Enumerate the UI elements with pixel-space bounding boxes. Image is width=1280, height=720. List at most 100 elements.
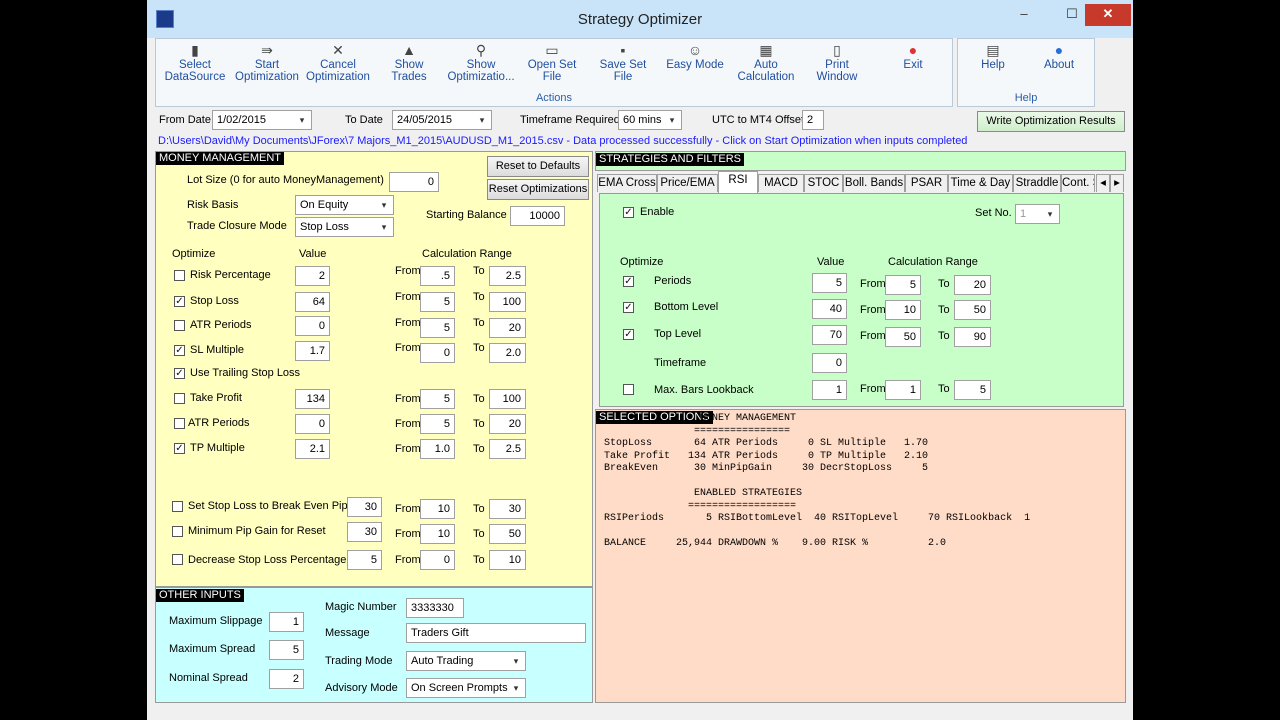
tab-price-ema[interactable]: Price/EMA (657, 174, 718, 192)
trading-mode-select[interactable]: Auto Trading ▾ (406, 651, 526, 671)
decrease-sl-value[interactable]: 5 (347, 550, 382, 570)
sl-multiple-value[interactable]: 1.7 (295, 341, 330, 361)
utc-offset-input[interactable]: 2 (802, 110, 824, 130)
stop-loss-value[interactable]: 64 (295, 292, 330, 312)
decrease-sl-from[interactable]: 0 (420, 550, 455, 570)
tp-atr-periods-from[interactable]: 5 (420, 414, 455, 434)
from-date-picker[interactable]: 1/02/2015 ▾ (212, 110, 312, 130)
close-button[interactable]: ✕ (1085, 4, 1131, 26)
sl-atr-periods-to[interactable]: 20 (489, 318, 526, 338)
rsi-lookback-value[interactable]: 1 (812, 380, 847, 400)
lot-size-input[interactable]: 0 (389, 172, 439, 192)
stop-loss-checkbox[interactable]: ✓ (174, 296, 185, 307)
tp-atr-periods-value[interactable]: 0 (295, 414, 330, 434)
rsi-top-from[interactable]: 50 (885, 327, 921, 347)
rsi-periods-value[interactable]: 5 (812, 273, 847, 293)
about-button[interactable]: ● About (1024, 41, 1094, 71)
break-even-checkbox[interactable] (172, 501, 183, 512)
sl-multiple-to[interactable]: 2.0 (489, 343, 526, 363)
rsi-top-value[interactable]: 70 (812, 325, 847, 345)
rsi-periods-to[interactable]: 20 (954, 275, 991, 295)
select-datasource-button[interactable]: ▮ Select DataSource (160, 41, 230, 83)
auto-calculation-button[interactable]: ▦ Auto Calculation (731, 41, 801, 83)
maximize-button[interactable]: ☐ (1059, 4, 1085, 26)
tp-multiple-checkbox[interactable]: ✓ (174, 443, 185, 454)
tp-multiple-from[interactable]: 1.0 (420, 439, 455, 459)
message-input[interactable]: Traders Gift (406, 623, 586, 643)
min-pip-gain-value[interactable]: 30 (347, 522, 382, 542)
exit-button[interactable]: ● Exit (878, 41, 948, 71)
decrease-sl-to[interactable]: 10 (489, 550, 526, 570)
tab-scroll-right-icon[interactable]: ▸ (1110, 174, 1124, 192)
easy-mode-button[interactable]: ☺ Easy Mode (660, 41, 730, 71)
sl-atr-periods-checkbox[interactable] (174, 320, 185, 331)
nominal-spread-input[interactable]: 2 (269, 669, 304, 689)
open-set-file-button[interactable]: ▭ Open Set File (517, 41, 587, 83)
rsi-top-to[interactable]: 90 (954, 327, 991, 347)
show-optimization-button[interactable]: ⚲ Show Optimizatio... (446, 41, 516, 83)
tab-psar[interactable]: PSAR (905, 174, 948, 192)
take-profit-checkbox[interactable] (174, 393, 185, 404)
rsi-bottom-value[interactable]: 40 (812, 299, 847, 319)
break-even-to[interactable]: 30 (489, 499, 526, 519)
tp-atr-periods-checkbox[interactable] (174, 418, 185, 429)
tab-macd[interactable]: MACD (758, 174, 804, 192)
advisory-mode-select[interactable]: On Screen Prompts ▾ (406, 678, 526, 698)
print-window-button[interactable]: ▯ Print Window (802, 41, 872, 83)
tab-cont[interactable]: Cont. S (1061, 174, 1095, 192)
tab-straddle[interactable]: Straddle (1013, 174, 1061, 192)
min-pip-gain-from[interactable]: 10 (420, 524, 455, 544)
tp-atr-periods-to[interactable]: 20 (489, 414, 526, 434)
to-date-picker[interactable]: 24/05/2015 ▾ (392, 110, 492, 130)
rsi-enable-checkbox[interactable]: ✓ (623, 207, 634, 218)
break-even-from[interactable]: 10 (420, 499, 455, 519)
trade-closure-select[interactable]: Stop Loss ▾ (295, 217, 394, 237)
take-profit-to[interactable]: 100 (489, 389, 526, 409)
reset-defaults-button[interactable]: Reset to Defaults (487, 156, 589, 177)
break-even-value[interactable]: 30 (347, 497, 382, 517)
risk-percentage-from[interactable]: .5 (420, 266, 455, 286)
tab-rsi[interactable]: RSI (718, 171, 758, 193)
minimize-button[interactable]: – (1011, 4, 1037, 26)
tab-boll-bands[interactable]: Boll. Bands (843, 174, 905, 192)
tab-scroll-left-icon[interactable]: ◂ (1096, 174, 1110, 192)
sl-atr-periods-value[interactable]: 0 (295, 316, 330, 336)
stop-loss-to[interactable]: 100 (489, 292, 526, 312)
reset-optimizations-button[interactable]: Reset Optimizations (487, 179, 589, 200)
risk-percentage-to[interactable]: 2.5 (489, 266, 526, 286)
set-no-select[interactable]: 1 ▾ (1015, 204, 1060, 224)
rsi-lookback-to[interactable]: 5 (954, 380, 991, 400)
rsi-bottom-checkbox[interactable]: ✓ (623, 302, 634, 313)
risk-percentage-value[interactable]: 2 (295, 266, 330, 286)
sl-multiple-from[interactable]: 0 (420, 343, 455, 363)
starting-balance-input[interactable]: 10000 (510, 206, 565, 226)
save-set-file-button[interactable]: ▪ Save Set File (588, 41, 658, 83)
tab-time-day[interactable]: Time & Day (948, 174, 1013, 192)
decrease-sl-checkbox[interactable] (172, 554, 183, 565)
rsi-periods-from[interactable]: 5 (885, 275, 921, 295)
help-button[interactable]: ▤ Help (958, 41, 1028, 71)
max-slippage-input[interactable]: 1 (269, 612, 304, 632)
rsi-top-checkbox[interactable]: ✓ (623, 329, 634, 340)
rsi-bottom-to[interactable]: 50 (954, 300, 991, 320)
tab-ema-cross[interactable]: EMA Cross (597, 174, 657, 192)
take-profit-from[interactable]: 5 (420, 389, 455, 409)
sl-multiple-checkbox[interactable]: ✓ (174, 345, 185, 356)
min-pip-gain-checkbox[interactable] (172, 526, 183, 537)
risk-percentage-checkbox[interactable] (174, 270, 185, 281)
rsi-bottom-from[interactable]: 10 (885, 300, 921, 320)
start-optimization-button[interactable]: ⇛ Start Optimization (232, 41, 302, 83)
title-bar[interactable]: Strategy Optimizer – ☐ ✕ (147, 0, 1133, 38)
trailing-stop-checkbox[interactable]: ✓ (174, 368, 185, 379)
max-spread-input[interactable]: 5 (269, 640, 304, 660)
tp-multiple-to[interactable]: 2.5 (489, 439, 526, 459)
tp-multiple-value[interactable]: 2.1 (295, 439, 330, 459)
rsi-lookback-from[interactable]: 1 (885, 380, 921, 400)
sl-atr-periods-from[interactable]: 5 (420, 318, 455, 338)
risk-basis-select[interactable]: On Equity ▾ (295, 195, 394, 215)
rsi-timeframe-value[interactable]: 0 (812, 353, 847, 373)
cancel-optimization-button[interactable]: ✕ Cancel Optimization (303, 41, 373, 83)
rsi-lookback-checkbox[interactable] (623, 384, 634, 395)
min-pip-gain-to[interactable]: 50 (489, 524, 526, 544)
stop-loss-from[interactable]: 5 (420, 292, 455, 312)
